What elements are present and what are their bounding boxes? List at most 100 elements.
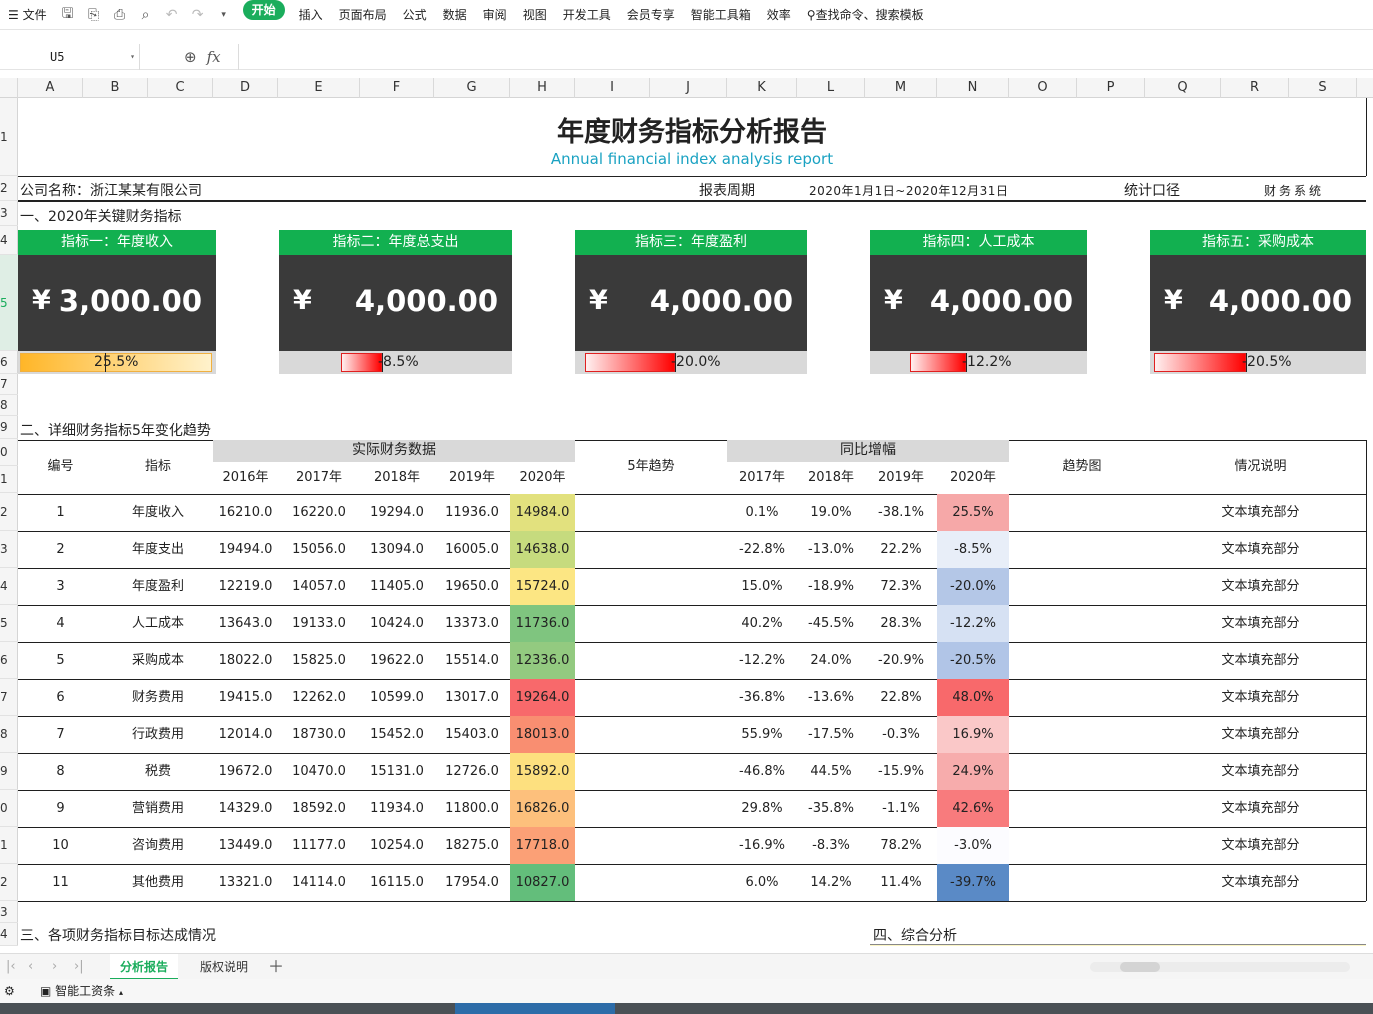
print-icon[interactable]: ⎙ — [107, 7, 133, 23]
column-header-R[interactable]: R — [1221, 78, 1289, 98]
undo-icon[interactable]: ↶ — [159, 7, 185, 23]
ribbon-tab-11[interactable]: 效率 — [759, 0, 799, 30]
first-sheet-icon[interactable]: |‹ — [6, 954, 16, 980]
actual-2020-cell: 15724.0 — [510, 568, 575, 605]
scope-label: 统计口径 — [1124, 183, 1180, 199]
print-preview-icon[interactable]: ⌕ — [133, 7, 159, 23]
search-command-input[interactable]: ⚲查找命令、搜索模板 — [799, 0, 932, 30]
zoom-icon[interactable]: ⊕ — [184, 48, 197, 66]
row-header[interactable]: 0 — [0, 439, 18, 466]
actual-value-cell: 10424.0 — [370, 616, 424, 631]
row-header[interactable]: 1 — [0, 466, 18, 493]
column-header-L[interactable]: L — [797, 78, 865, 98]
row-header[interactable]: 9 — [0, 416, 18, 439]
formula-input[interactable] — [238, 44, 1373, 70]
ribbon-tab-2[interactable]: 插入 — [291, 0, 331, 30]
section-key-indicators: 一、2020年关键财务指标 — [20, 209, 182, 225]
kpi-change-bar: -20.5% — [1150, 351, 1366, 374]
column-header-I[interactable]: I — [575, 78, 650, 98]
ribbon-tab-3[interactable]: 页面布局 — [331, 0, 395, 30]
row-header[interactable]: 3 — [0, 531, 18, 568]
next-sheet-icon[interactable]: › — [52, 954, 57, 980]
yoy-2020-cell: -3.0% — [937, 827, 1009, 864]
kpi-value: 4,000.00 — [929, 284, 1073, 318]
row-header[interactable]: 3 — [0, 901, 18, 923]
row-header[interactable]: 9 — [0, 753, 18, 790]
redo-icon[interactable]: ↷ — [185, 7, 211, 23]
row-header[interactable]: 7 — [0, 374, 18, 395]
section-comprehensive-analysis: 四、综合分析 — [873, 928, 957, 944]
column-header-O[interactable]: O — [1009, 78, 1077, 98]
sheet-tab-2[interactable]: 版权说明 — [190, 954, 258, 980]
row-header[interactable]: 8 — [0, 716, 18, 753]
column-header-D[interactable]: D — [213, 78, 278, 98]
ribbon-tab-8[interactable]: 开发工具 — [555, 0, 619, 30]
column-header-H[interactable]: H — [510, 78, 575, 98]
row-header[interactable]: 5 — [0, 255, 18, 351]
column-header-M[interactable]: M — [865, 78, 937, 98]
horizontal-scrollbar[interactable] — [1090, 962, 1350, 972]
column-header-J[interactable]: J — [650, 78, 727, 98]
worksheet[interactable]: 年度财务指标分析报告 Annual financial index analys… — [18, 98, 1373, 946]
row-header[interactable]: 8 — [0, 395, 18, 416]
period-value: 2020年1月1日~2020年12月31日 — [809, 184, 1009, 198]
column-header-A[interactable]: A — [18, 78, 83, 98]
actual-value-cell: 19650.0 — [445, 579, 499, 594]
row-header[interactable]: 6 — [0, 642, 18, 679]
name-box-dropdown-icon[interactable]: ▾ — [130, 44, 135, 70]
row-header[interactable]: 2 — [0, 176, 18, 201]
column-header-G[interactable]: G — [434, 78, 510, 98]
function-icon[interactable]: fx — [207, 48, 221, 66]
name-box[interactable]: U5 ▾ — [0, 44, 140, 70]
row-header[interactable]: 1 — [0, 98, 18, 176]
export-pdf-icon[interactable]: ⎘ — [81, 7, 107, 23]
row-header[interactable]: 1 — [0, 827, 18, 864]
row-header[interactable]: 5 — [0, 605, 18, 642]
macro-icon[interactable]: ⚙ — [4, 979, 15, 1003]
select-all-corner[interactable] — [0, 78, 18, 98]
column-header-Q[interactable]: Q — [1145, 78, 1221, 98]
save-icon[interactable]: 🖫 — [55, 3, 81, 27]
row-header[interactable]: 4 — [0, 226, 18, 255]
quick-access-dropdown-icon[interactable]: ▾ — [211, 10, 237, 20]
row-header[interactable]: 6 — [0, 351, 18, 374]
yoy-2020-cell: -8.5% — [937, 531, 1009, 568]
row-header[interactable]: 7 — [0, 679, 18, 716]
yoy-value-cell: -18.9% — [808, 579, 854, 594]
column-header-K[interactable]: K — [727, 78, 797, 98]
row-header[interactable]: 4 — [0, 568, 18, 605]
add-sheet-icon[interactable]: ＋ — [268, 954, 284, 980]
ribbon-tab-5[interactable]: 数据 — [435, 0, 475, 30]
row-header[interactable]: 4 — [0, 923, 18, 946]
column-header-P[interactable]: P — [1077, 78, 1145, 98]
column-header-B[interactable]: B — [83, 78, 148, 98]
file-menu[interactable]: ☰ 文件 — [0, 0, 55, 30]
yoy-2020-cell: -20.5% — [937, 642, 1009, 679]
ribbon-tab-10[interactable]: 智能工具箱 — [683, 0, 759, 30]
row-header[interactable]: 2 — [0, 864, 18, 901]
ribbon-tab-7[interactable]: 视图 — [515, 0, 555, 30]
salary-slip-addin[interactable]: ▣ 智能工资条 ▴ — [40, 979, 123, 1005]
sheet-tab-1[interactable]: 分析报告 — [110, 954, 179, 980]
ribbon-tab-4[interactable]: 公式 — [395, 0, 435, 30]
search-placeholder: 查找命令、搜索模板 — [815, 7, 924, 22]
ribbon-tab-6[interactable]: 审阅 — [475, 0, 515, 30]
column-header-E[interactable]: E — [278, 78, 360, 98]
currency-symbol: ¥ — [1164, 285, 1183, 316]
yoy-value-cell: -13.6% — [808, 690, 854, 705]
scrollbar-thumb[interactable] — [1120, 962, 1160, 972]
column-header-S[interactable]: S — [1289, 78, 1357, 98]
column-header-F[interactable]: F — [360, 78, 434, 98]
row-header[interactable]: 0 — [0, 790, 18, 827]
row-header[interactable]: 2 — [0, 494, 18, 531]
prev-sheet-icon[interactable]: ‹ — [28, 954, 33, 980]
column-header-C[interactable]: C — [148, 78, 213, 98]
column-header-N[interactable]: N — [937, 78, 1009, 98]
yoy-value-cell: 6.0% — [745, 875, 779, 890]
last-sheet-icon[interactable]: ›| — [74, 954, 84, 980]
ribbon-tab-9[interactable]: 会员专享 — [619, 0, 683, 30]
yoy-value-cell: 28.3% — [880, 616, 922, 631]
row-header[interactable]: 3 — [0, 201, 18, 226]
yoy-value-cell: 55.9% — [741, 727, 783, 742]
ribbon-tab-1[interactable]: 开始 — [242, 0, 285, 20]
